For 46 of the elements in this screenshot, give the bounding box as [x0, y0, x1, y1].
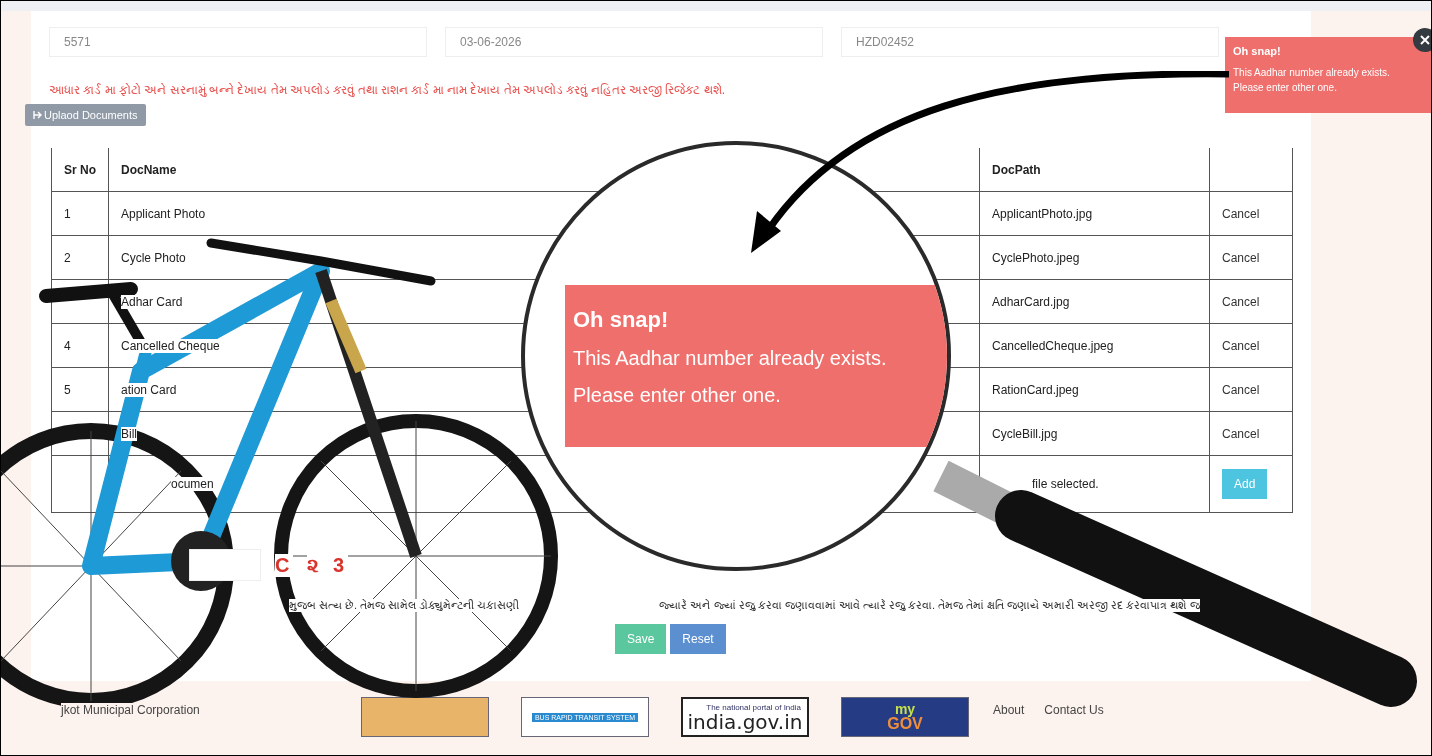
table-cell: CancelledCheque.jpeg	[992, 338, 1114, 353]
toast-title: Oh snap!	[1233, 45, 1282, 57]
table-cell: 5	[64, 382, 71, 397]
notice-text: આધાર કાર્ડ મા ફોટો અને સરનામું બન્ને દેખાય તેમ અપલોડ કરવું તથા રાશન કાર્ડ મા નામ દેખાય તેમ અપલોડ કરવું નહિતર અરજી રિજેક્ટ થશે.	[49, 83, 725, 97]
cancel-link[interactable]: Cancel	[1222, 382, 1260, 397]
declaration-text: મુજબ સત્ય છે. તેમજ સામેલ ડોક્યુમેન્ટની ચકાસણી	[289, 599, 520, 612]
cancel-link[interactable]: Cancel	[1222, 206, 1260, 221]
table-cell: RationCard.jpeg	[992, 382, 1079, 397]
cancel-link[interactable]: Cancel	[1222, 426, 1260, 441]
table-cell: Cycle Photo	[121, 250, 186, 265]
cancel-link[interactable]: Cancel	[1222, 250, 1260, 265]
column-header: DocPath	[979, 148, 1210, 192]
logo[interactable]	[361, 697, 489, 737]
text-field[interactable]: 5571	[49, 27, 427, 57]
toast-message: Please enter other one.	[1233, 82, 1338, 93]
table-cell: CycleBill.jpg	[992, 426, 1058, 441]
captcha-text: C	[275, 553, 294, 577]
table-cell: AdharCard.jpg	[992, 294, 1070, 309]
magnified-message: Please enter other one.	[573, 384, 782, 407]
magnified-message: This Aadhar number already exists.	[573, 347, 888, 370]
arrow-to-bar-icon	[33, 111, 42, 119]
captcha-field[interactable]	[189, 549, 261, 581]
table-cell: CyclePhoto.jpeg	[992, 250, 1080, 265]
logo[interactable]: my GOV	[841, 697, 969, 737]
text-field[interactable]: 03-06-2026	[445, 27, 823, 57]
close-icon[interactable]	[1413, 28, 1431, 52]
declaration-text: જ્યારે અને જ્યાં રજુ કરવા જણાવવામાં આવે ત્યારે રજુ કરવા. તેમજ તેમાં ક્ષતિ જણાયે અમારી અરજી રદ કરવાપાત્ર થશે જ	[659, 599, 1200, 612]
toast-message: This Aadhar number already exists.	[1233, 67, 1391, 78]
footer-link[interactable]: About	[993, 703, 1025, 717]
logo[interactable]: The national portal of India india.gov.in	[681, 697, 809, 737]
footer-link[interactable]: Contact Us	[1044, 703, 1104, 717]
table-cell: 4	[64, 338, 71, 353]
text-field[interactable]: HZD02452	[841, 27, 1219, 57]
file-status-text: file selected.	[1032, 477, 1099, 491]
column-header: Sr No	[51, 148, 109, 192]
cancel-link[interactable]: Cancel	[1222, 294, 1260, 309]
table-cell: Adhar Card	[121, 294, 183, 309]
table-cell: Cancelled Cheque	[121, 338, 220, 353]
document-select[interactable]: ocumen	[171, 477, 214, 491]
table-cell: 2	[64, 250, 71, 265]
table-cell: ation Card	[121, 382, 177, 397]
magnified-title: Oh snap!	[573, 307, 670, 333]
table-cell: Applicant Photo	[121, 206, 206, 221]
table-cell: ApplicantPhoto.jpg	[992, 206, 1093, 221]
table-cell: 1	[64, 206, 71, 221]
cancel-link[interactable]: Cancel	[1222, 338, 1260, 353]
